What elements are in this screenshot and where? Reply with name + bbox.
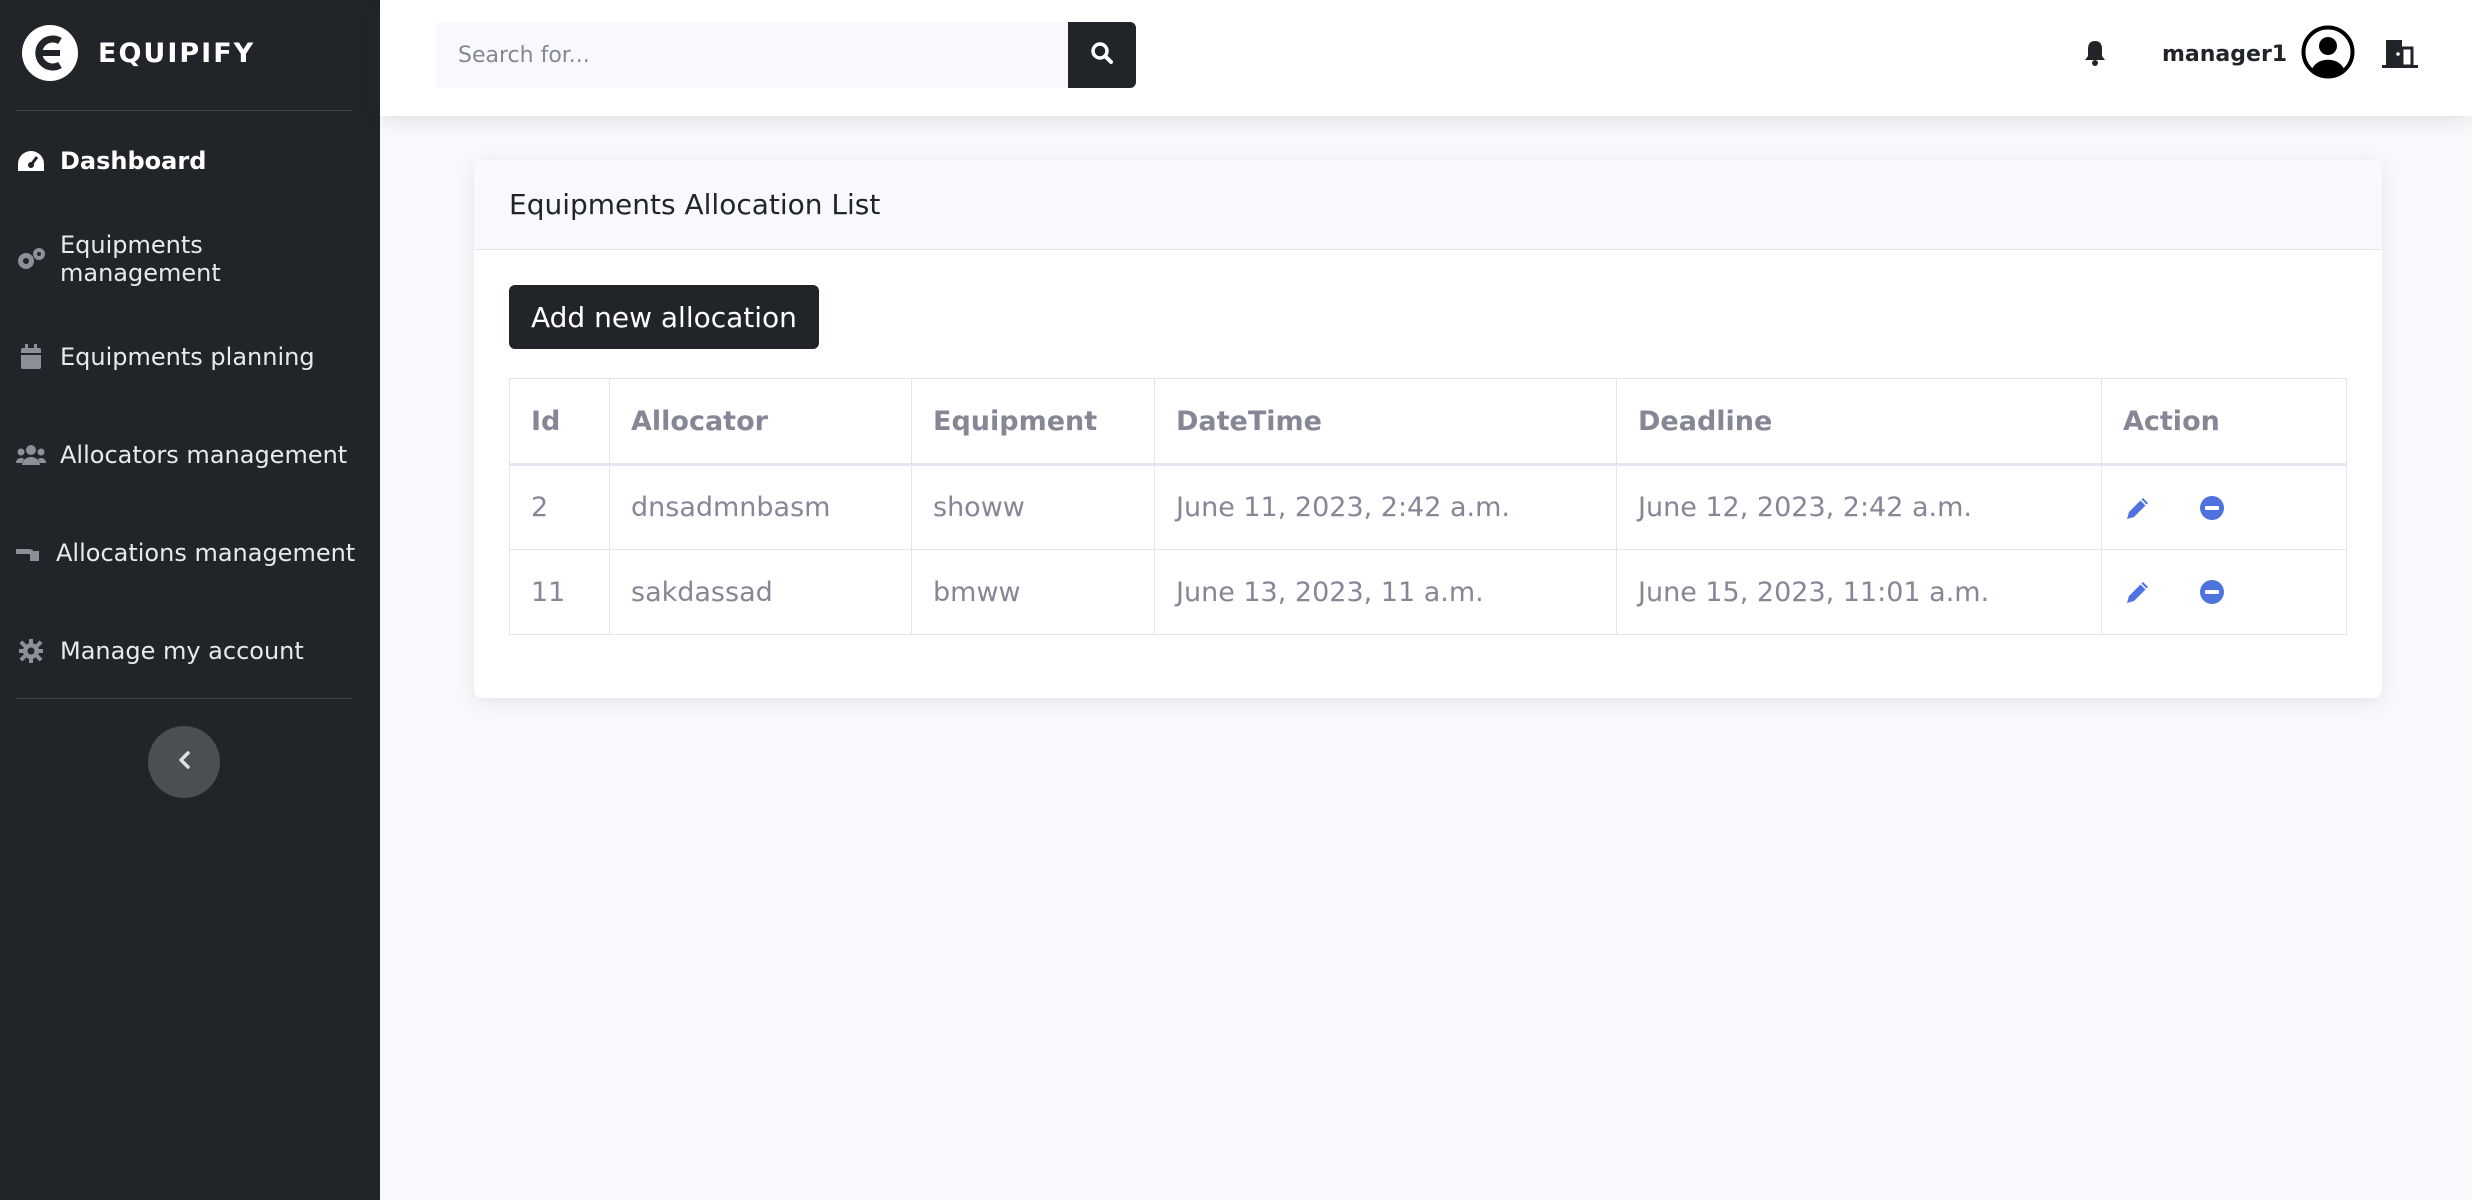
sidebar-item-label: Allocations management: [56, 539, 356, 567]
search-icon: [1090, 41, 1114, 69]
sidebar-item-allocators-management[interactable]: Allocators management: [16, 425, 364, 485]
sidebar-item-label: Equipments management: [60, 231, 221, 287]
cell-datetime: June 11, 2023, 2:42 a.m.: [1154, 464, 1617, 550]
users-icon: [16, 440, 46, 470]
edit-pencil-icon[interactable]: [2123, 493, 2153, 523]
search-button[interactable]: [1068, 22, 1136, 88]
delete-minus-circle-icon[interactable]: [2197, 577, 2227, 607]
sidebar-item-label: Dashboard: [60, 147, 207, 175]
gauge-icon: [16, 146, 46, 176]
search-input[interactable]: [436, 22, 1068, 88]
gears-icon: [16, 244, 46, 274]
gear-icon: [16, 636, 46, 666]
edit-pencil-icon[interactable]: [2123, 577, 2153, 607]
column-header-datetime: DateTime: [1154, 378, 1617, 466]
column-header-equipment: Equipment: [911, 378, 1155, 466]
sidebar-divider: [16, 110, 352, 111]
cell-datetime: June 13, 2023, 11 a.m.: [1154, 549, 1617, 635]
table-header-row: Id Allocator Equipment DateTime Deadline…: [509, 378, 2347, 466]
allocation-table: Id Allocator Equipment DateTime Deadline…: [509, 378, 2347, 635]
sidebar-divider: [16, 698, 352, 699]
cell-deadline: June 15, 2023, 11:01 a.m.: [1616, 549, 2102, 635]
column-header-allocator: Allocator: [609, 378, 912, 466]
cell-equipment: showw: [911, 464, 1155, 550]
sidebar-toggle-button[interactable]: [148, 726, 220, 798]
column-header-id: Id: [509, 378, 610, 466]
cell-action: [2101, 464, 2347, 550]
search-form: [436, 22, 1136, 88]
bell-icon: [2083, 39, 2107, 71]
user-menu[interactable]: manager1: [2162, 25, 2355, 83]
username: manager1: [2162, 41, 2288, 67]
hand-holding-icon: [12, 538, 42, 568]
sidebar-item-label: Manage my account: [60, 637, 304, 665]
topbar: manager1: [380, 0, 2472, 116]
cell-allocator: dnsadmnbasm: [609, 464, 912, 550]
sidebar: EQUIPIFY Dashboard Equipments management…: [0, 0, 380, 1200]
brand-name: EQUIPIFY: [98, 37, 256, 69]
table-row: 2 dnsadmnbasm showw June 11, 2023, 2:42 …: [509, 464, 2347, 550]
door-open-icon: [2382, 38, 2418, 74]
cell-id: 2: [509, 464, 610, 550]
logout-button[interactable]: [2380, 36, 2420, 76]
add-new-allocation-button[interactable]: Add new allocation: [509, 285, 819, 349]
avatar: [2301, 25, 2355, 83]
cell-allocator: sakdassad: [609, 549, 912, 635]
cell-equipment: bmww: [911, 549, 1155, 635]
cell-deadline: June 12, 2023, 2:42 a.m.: [1616, 464, 2102, 550]
cell-id: 11: [509, 549, 610, 635]
column-header-action: Action: [2101, 378, 2347, 466]
delete-minus-circle-icon[interactable]: [2197, 493, 2227, 523]
card-header: Equipments Allocation List: [474, 160, 2382, 250]
brand-link[interactable]: EQUIPIFY: [22, 22, 255, 84]
sidebar-item-equipments-management[interactable]: Equipments management: [16, 229, 364, 289]
sidebar-item-dashboard[interactable]: Dashboard: [16, 131, 364, 191]
allocation-list-card: Equipments Allocation List Add new alloc…: [474, 160, 2382, 698]
notifications-button[interactable]: [2078, 38, 2112, 72]
calendar-icon: [16, 342, 46, 372]
column-header-deadline: Deadline: [1616, 378, 2102, 466]
sidebar-item-label: Allocators management: [60, 441, 348, 469]
sidebar-item-allocations-management[interactable]: Allocations management: [12, 523, 360, 583]
cell-action: [2101, 549, 2347, 635]
equipify-logo-icon: [22, 25, 78, 81]
sidebar-item-label: Equipments planning: [60, 343, 315, 371]
sidebar-item-manage-my-account[interactable]: Manage my account: [16, 621, 364, 681]
card-title: Equipments Allocation List: [509, 188, 881, 221]
chevron-left-icon: [177, 750, 191, 774]
sidebar-item-equipments-planning[interactable]: Equipments planning: [16, 327, 364, 387]
table-row: 11 sakdassad bmww June 13, 2023, 11 a.m.…: [509, 549, 2347, 635]
